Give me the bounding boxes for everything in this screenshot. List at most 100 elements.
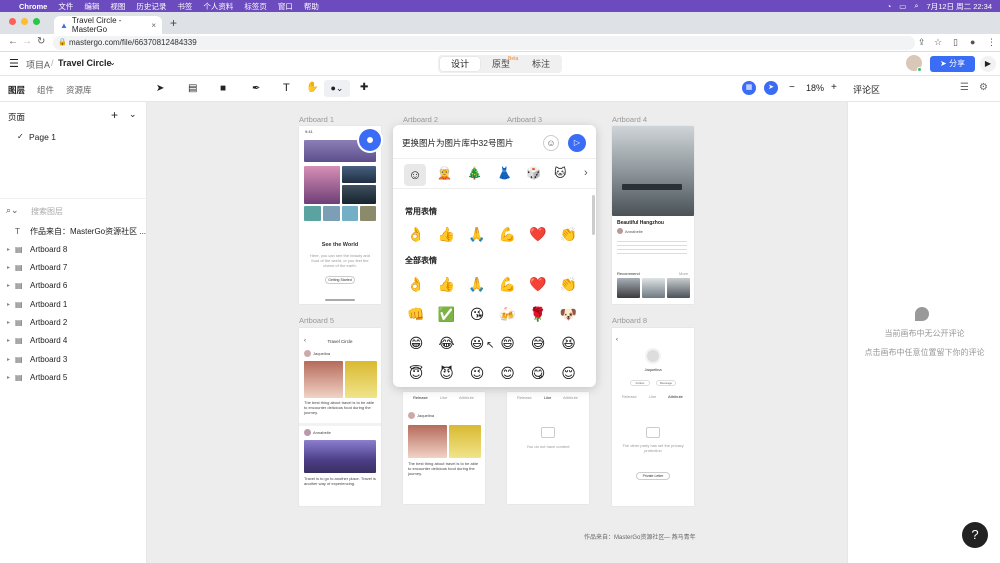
emoji-option[interactable]: 😂 bbox=[438, 335, 456, 351]
menu-profile[interactable]: 个人资料 bbox=[203, 1, 233, 12]
collapse-pages-icon[interactable]: ⌄ bbox=[129, 109, 137, 120]
artboard-2[interactable]: Release Like Attribute Jaquelina The bes… bbox=[403, 392, 485, 504]
emoji-option[interactable]: 🐶 bbox=[560, 306, 578, 322]
follow-button[interactable]: Follow bbox=[630, 380, 650, 386]
search-icon[interactable]: ⌕⌄ bbox=[6, 205, 19, 216]
emoji-option[interactable]: 😋 bbox=[529, 365, 547, 381]
comment-tool-icon[interactable]: ●⌄ bbox=[324, 80, 350, 97]
emoji-option[interactable]: 😘 bbox=[468, 306, 486, 322]
layer-artboard-item[interactable]: ▸ ▤ Artboard 6 bbox=[0, 277, 147, 295]
more-link[interactable]: More bbox=[679, 271, 688, 276]
emoji-toggle-icon[interactable]: ☺ bbox=[543, 135, 559, 151]
private-letter-button[interactable]: Private Letter bbox=[636, 472, 670, 480]
present-icon[interactable]: ➤ bbox=[764, 81, 778, 95]
artboard-label[interactable]: Artboard 4 bbox=[612, 115, 647, 124]
share-button[interactable]: ➤ 分享 bbox=[930, 56, 975, 72]
expand-caret-icon[interactable]: ▸ bbox=[7, 264, 15, 271]
tab-layers[interactable]: 图层 bbox=[8, 84, 25, 96]
profile-tab[interactable]: Release bbox=[413, 395, 428, 400]
window-zoom-button[interactable] bbox=[33, 18, 40, 25]
chevron-right-icon[interactable]: › bbox=[584, 167, 588, 179]
expand-caret-icon[interactable]: ▸ bbox=[7, 374, 15, 381]
filter-icon[interactable]: ⚙ bbox=[979, 82, 988, 93]
emoji-option[interactable]: 😆 bbox=[560, 335, 578, 351]
emoji-option[interactable]: 😉 bbox=[468, 365, 486, 381]
play-prototype-button[interactable]: ▶ bbox=[980, 56, 996, 72]
rectangle-tool-icon[interactable]: ■ bbox=[220, 83, 226, 94]
profile-tab[interactable]: Like bbox=[544, 395, 551, 400]
profile-tab[interactable]: Attribute bbox=[563, 395, 578, 400]
profile-tab[interactable]: Attribute bbox=[459, 395, 474, 400]
hand-tool-icon[interactable]: ✋ bbox=[306, 82, 318, 93]
frame-tool-icon[interactable]: ▤ bbox=[188, 83, 197, 94]
menu-window[interactable]: 窗口 bbox=[278, 1, 293, 12]
layer-artboard-item[interactable]: ▸ ▤ Artboard 5 bbox=[0, 368, 147, 386]
profile-tab[interactable]: Attribute bbox=[668, 394, 683, 399]
emoji-option[interactable]: 👌 bbox=[407, 276, 425, 292]
expand-caret-icon[interactable]: ▸ bbox=[7, 337, 15, 344]
more-menu-icon[interactable]: ⋮ bbox=[987, 37, 996, 48]
emoji-option[interactable]: 💪 bbox=[499, 226, 517, 242]
menu-bookmarks[interactable]: 书签 bbox=[177, 1, 192, 12]
menu-tabs[interactable]: 标签页 bbox=[244, 1, 267, 12]
profile-icon[interactable]: ● bbox=[970, 37, 975, 47]
emoji-option[interactable]: 👍 bbox=[438, 226, 456, 242]
search-icon[interactable]: ⌕ bbox=[914, 1, 918, 11]
clock[interactable]: 7月12日 周二 22:34 bbox=[927, 1, 992, 12]
layer-artboard-item[interactable]: ▸ ▤ Artboard 3 bbox=[0, 350, 147, 368]
plugin-icon[interactable]: ✚ bbox=[360, 82, 368, 93]
emoji-option[interactable]: 😊 bbox=[499, 365, 517, 381]
expand-caret-icon[interactable]: ▸ bbox=[7, 319, 15, 326]
emoji-option[interactable]: 💪 bbox=[499, 276, 517, 292]
chevron-down-icon[interactable]: ⌄ bbox=[109, 58, 116, 67]
emoji-option[interactable]: 😃 bbox=[468, 335, 486, 351]
artboard-label[interactable]: Artboard 5 bbox=[299, 316, 334, 325]
emoji-option[interactable]: ❤️ bbox=[529, 226, 547, 242]
emoji-option[interactable]: ❤️ bbox=[529, 276, 547, 292]
profile-tab[interactable]: Release bbox=[622, 394, 637, 399]
tab-annotate[interactable]: 标注 bbox=[522, 57, 560, 71]
share-page-icon[interactable]: ⇪ bbox=[918, 37, 926, 48]
profile-tab[interactable]: Like bbox=[649, 394, 656, 399]
menu-help[interactable]: 帮助 bbox=[304, 1, 319, 12]
main-menu-icon[interactable]: ☰ bbox=[9, 57, 19, 70]
smiley-category-icon[interactable]: ☺ bbox=[404, 164, 426, 186]
bookmark-star-icon[interactable]: ☆ bbox=[934, 37, 942, 48]
help-button[interactable]: ? bbox=[962, 522, 988, 548]
comment-input-area[interactable]: 更换图片为图片库中32号图片 ☺ ▷ bbox=[393, 125, 596, 159]
emoji-option[interactable]: 😄 bbox=[499, 335, 517, 351]
expand-caret-icon[interactable]: ▸ bbox=[7, 246, 15, 253]
sidebar-icon[interactable]: ▯ bbox=[953, 37, 958, 48]
objects-category-icon[interactable]: 👗 bbox=[497, 166, 512, 180]
window-minimize-button[interactable] bbox=[21, 18, 28, 25]
artboard-5[interactable]: ‹ Travel Circle Jaquelina The best thing… bbox=[299, 328, 381, 506]
move-tool-icon[interactable]: ➤ bbox=[156, 83, 164, 94]
emoji-option[interactable]: 👏 bbox=[560, 276, 578, 292]
artboard-8[interactable]: ‹ Jaquelina Follow Message Release Like … bbox=[612, 328, 694, 506]
text-tool-icon[interactable]: T bbox=[283, 82, 290, 94]
emoji-option[interactable]: 🍻 bbox=[499, 306, 517, 322]
zoom-level[interactable]: 18% bbox=[806, 83, 824, 93]
menu-view[interactable]: 视图 bbox=[110, 1, 125, 12]
layer-artboard-item[interactable]: ▸ ▤ Artboard 1 bbox=[0, 295, 147, 313]
reload-icon[interactable]: ↻ bbox=[37, 36, 45, 47]
comment-input[interactable]: 更换图片为图片库中32号图片 bbox=[402, 137, 513, 149]
layer-text-item[interactable]: T 作品来自：MasterGo资源社区 ... bbox=[0, 222, 147, 240]
zoom-in-button[interactable]: + bbox=[831, 82, 837, 93]
emoji-option[interactable]: 😅 bbox=[529, 335, 547, 351]
emoji-option[interactable]: 😇 bbox=[407, 365, 425, 381]
layer-artboard-item[interactable]: ▸ ▤ Artboard 4 bbox=[0, 332, 147, 350]
layer-artboard-item[interactable]: ▸ ▤ Artboard 7 bbox=[0, 259, 147, 277]
getting-started-button[interactable]: Getting Started bbox=[325, 276, 355, 284]
emoji-option[interactable]: 🌹 bbox=[529, 306, 547, 322]
profile-tab[interactable]: Release bbox=[517, 395, 532, 400]
battery-icon[interactable]: ▭ bbox=[899, 2, 906, 11]
emoji-option[interactable]: 😁 bbox=[407, 335, 425, 351]
menu-history[interactable]: 历史记录 bbox=[136, 1, 166, 12]
nature-category-icon[interactable]: 🎄 bbox=[467, 166, 482, 180]
file-name[interactable]: Travel Circle bbox=[58, 58, 112, 68]
back-icon[interactable]: ‹ bbox=[616, 337, 618, 343]
artboard-1[interactable]: 9:41 See the World Here, you can see the… bbox=[299, 126, 381, 304]
layer-artboard-item[interactable]: ▸ ▤ Artboard 2 bbox=[0, 314, 147, 332]
tab-design[interactable]: 设计 bbox=[440, 57, 480, 71]
